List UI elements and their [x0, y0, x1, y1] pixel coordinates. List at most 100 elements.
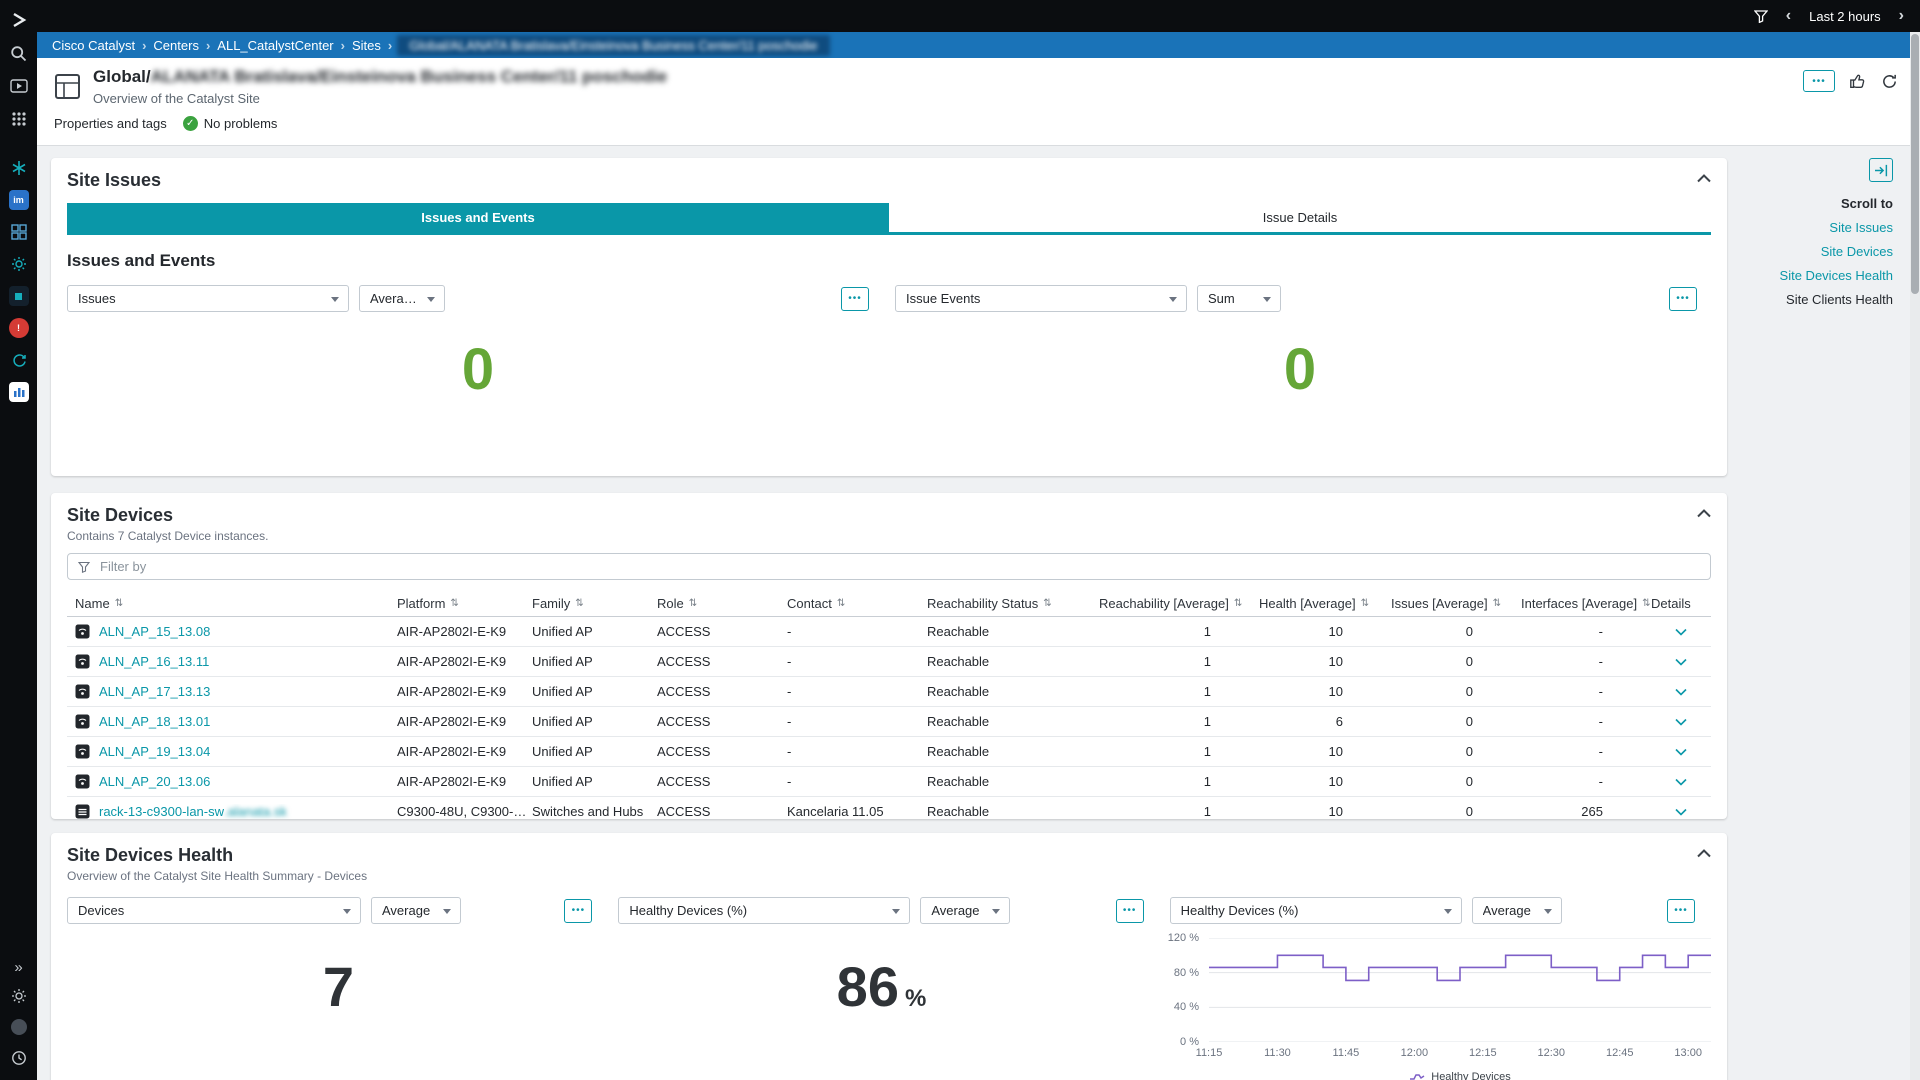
column-header-reachability-status[interactable]: Reachability Status⇅	[927, 596, 1099, 611]
sidebar-app-icon-6[interactable]: !	[9, 318, 29, 338]
refresh-icon[interactable]	[1881, 73, 1898, 90]
table-row: ALN_AP_19_13.04 AIR-AP2802I-E-K9 Unified…	[67, 737, 1711, 767]
breadcrumb-item-centers[interactable]: Centers	[146, 38, 206, 53]
filter-icon[interactable]	[1754, 10, 1768, 23]
sidebar-app-icon-2[interactable]: im	[9, 190, 29, 210]
column-header-issues-average[interactable]: Issues [Average]⇅	[1391, 596, 1521, 611]
devices-agg-select[interactable]: Average	[371, 897, 461, 924]
issue-events-metric-select[interactable]: Issue Events	[895, 285, 1187, 312]
column-header-reachability-average[interactable]: Reachability [Average]⇅	[1099, 596, 1259, 611]
breadcrumb-current-site[interactable]: Global/ALANATA Bratislava/Einsteinova Bu…	[397, 35, 829, 56]
issues-metric-select[interactable]: Issues	[67, 285, 349, 312]
issues-agg-select[interactable]: Average	[359, 285, 445, 312]
sidebar-app-icon-8[interactable]	[9, 382, 29, 402]
device-name-link[interactable]: rack-13-c9300-lan-sw.alanata.sk	[99, 804, 287, 819]
scroll-to-site-devices[interactable]: Site Devices	[1821, 244, 1893, 259]
row-expand-chevron-icon[interactable]	[1651, 654, 1711, 669]
issues-panel-more-button[interactable]: •••	[841, 287, 869, 311]
page-header: Global/ALANATA Bratislava/Einsteinova Bu…	[37, 58, 1920, 146]
breadcrumb-item-sites[interactable]: Sites	[345, 38, 388, 53]
expand-sidebar-icon[interactable]: »	[14, 960, 22, 975]
healthy-devices-metric-select[interactable]: Healthy Devices (%)	[618, 897, 910, 924]
issue-events-panel-more-button[interactable]: •••	[1669, 287, 1697, 311]
device-name-link[interactable]: ALN_AP_18_13.01	[99, 714, 210, 729]
row-expand-chevron-icon[interactable]	[1651, 774, 1711, 789]
thumbs-up-icon[interactable]	[1849, 72, 1867, 90]
header-more-button[interactable]: •••	[1803, 70, 1835, 92]
device-name-link[interactable]: ALN_AP_17_13.13	[99, 684, 210, 699]
sort-icon: ⇅	[450, 598, 458, 609]
chart-panel-more-button[interactable]: •••	[1667, 899, 1695, 923]
cell-interfaces-average: -	[1521, 654, 1651, 669]
column-header-role[interactable]: Role⇅	[657, 596, 787, 611]
device-name-link[interactable]: ALN_AP_19_13.04	[99, 744, 210, 759]
user-avatar[interactable]	[9, 1017, 29, 1037]
header-subrow: Properties and tags ✓ No problems	[54, 116, 277, 131]
cell-issues-average: 0	[1391, 804, 1521, 819]
clock-icon[interactable]	[9, 1048, 29, 1068]
tab-issues-and-events[interactable]: Issues and Events	[67, 203, 889, 232]
healthy-devices-panel-more-button[interactable]: •••	[1116, 899, 1144, 923]
column-header-family[interactable]: Family⇅	[532, 596, 657, 611]
apps-grid-icon[interactable]	[9, 109, 29, 129]
row-expand-chevron-icon[interactable]	[1651, 684, 1711, 699]
issue-events-count-value: 0	[889, 338, 1711, 402]
sidebar-app-icon-7[interactable]	[9, 350, 29, 370]
scroll-to-site-issues[interactable]: Site Issues	[1829, 220, 1893, 235]
device-name-link[interactable]: ALN_AP_20_13.06	[99, 774, 210, 789]
properties-and-tags[interactable]: Properties and tags	[54, 116, 167, 131]
healthy-devices-agg-select[interactable]: Average	[920, 897, 1010, 924]
row-expand-chevron-icon[interactable]	[1651, 804, 1711, 819]
row-expand-chevron-icon[interactable]	[1651, 714, 1711, 729]
healthy-devices-chart-metric-select[interactable]: Healthy Devices (%)	[1170, 897, 1462, 924]
cell-family: Switches and Hubs	[532, 804, 657, 819]
column-header-platform[interactable]: Platform⇅	[397, 596, 532, 611]
settings-gear-icon[interactable]	[9, 986, 29, 1006]
column-header-interfaces-average[interactable]: Interfaces [Average]⇅	[1521, 596, 1651, 611]
tab-issue-details[interactable]: Issue Details	[889, 203, 1711, 232]
table-row: ALN_AP_20_13.06 AIR-AP2802I-E-K9 Unified…	[67, 767, 1711, 797]
time-forward-chevron-icon[interactable]: ›	[1899, 8, 1904, 24]
devices-metric-select[interactable]: Devices	[67, 897, 361, 924]
x-tick-label: 11:30	[1260, 1047, 1294, 1059]
splunk-logo-icon[interactable]	[9, 10, 29, 30]
sidebar-app-icon-1[interactable]	[9, 158, 29, 178]
breadcrumb-item-catalystcenter[interactable]: ALL_CatalystCenter	[210, 38, 340, 53]
cell-platform: AIR-AP2802I-E-K9	[397, 744, 532, 759]
search-icon[interactable]	[9, 43, 29, 63]
device-name-link[interactable]: ALN_AP_15_13.08	[99, 624, 210, 639]
scrollbar-thumb[interactable]	[1911, 34, 1919, 294]
cell-reachability-average: 1	[1099, 804, 1259, 819]
scroll-to-site-clients-health[interactable]: Site Clients Health	[1786, 292, 1893, 307]
breadcrumb-item-cisco-catalyst[interactable]: Cisco Catalyst	[45, 38, 142, 53]
filter-funnel-icon	[78, 561, 90, 573]
collapse-chevron-icon[interactable]	[1697, 849, 1711, 858]
sidebar-app-icon-4[interactable]	[9, 254, 29, 274]
cell-reachability-average: 1	[1099, 744, 1259, 759]
sidebar-app-icon-5[interactable]	[9, 286, 29, 306]
cell-family: Unified AP	[532, 684, 657, 699]
row-expand-chevron-icon[interactable]	[1651, 744, 1711, 759]
chart-legend[interactable]: Healthy Devices	[1209, 1071, 1711, 1080]
device-name-link[interactable]: ALN_AP_16_13.11	[99, 654, 209, 669]
devices-panel-more-button[interactable]: •••	[564, 899, 592, 923]
time-back-chevron-icon[interactable]: ‹	[1786, 8, 1791, 24]
collapse-panel-button[interactable]	[1869, 158, 1893, 182]
scroll-to-site-devices-health[interactable]: Site Devices Health	[1780, 268, 1893, 283]
row-expand-chevron-icon[interactable]	[1651, 624, 1711, 639]
collapse-chevron-icon[interactable]	[1697, 174, 1711, 183]
issue-events-agg-select[interactable]: Sum	[1197, 285, 1281, 312]
video-play-icon[interactable]	[9, 76, 29, 96]
device-count-value: 7	[67, 956, 610, 1018]
healthy-devices-chart-agg-select[interactable]: Average	[1472, 897, 1562, 924]
column-header-health-average[interactable]: Health [Average]⇅	[1259, 596, 1391, 611]
sidebar-app-icon-3[interactable]	[9, 222, 29, 242]
device-filter-input[interactable]	[98, 558, 1700, 575]
column-header-contact[interactable]: Contact⇅	[787, 596, 927, 611]
column-header-name[interactable]: Name⇅	[67, 596, 397, 611]
healthy-devices-percent-value: 86%	[610, 956, 1153, 1018]
page-scrollbar[interactable]	[1910, 32, 1920, 1080]
cell-contact: Kancelaria 11.05	[787, 804, 927, 819]
collapse-chevron-icon[interactable]	[1697, 509, 1711, 518]
time-range-picker[interactable]: Last 2 hours	[1809, 9, 1881, 24]
